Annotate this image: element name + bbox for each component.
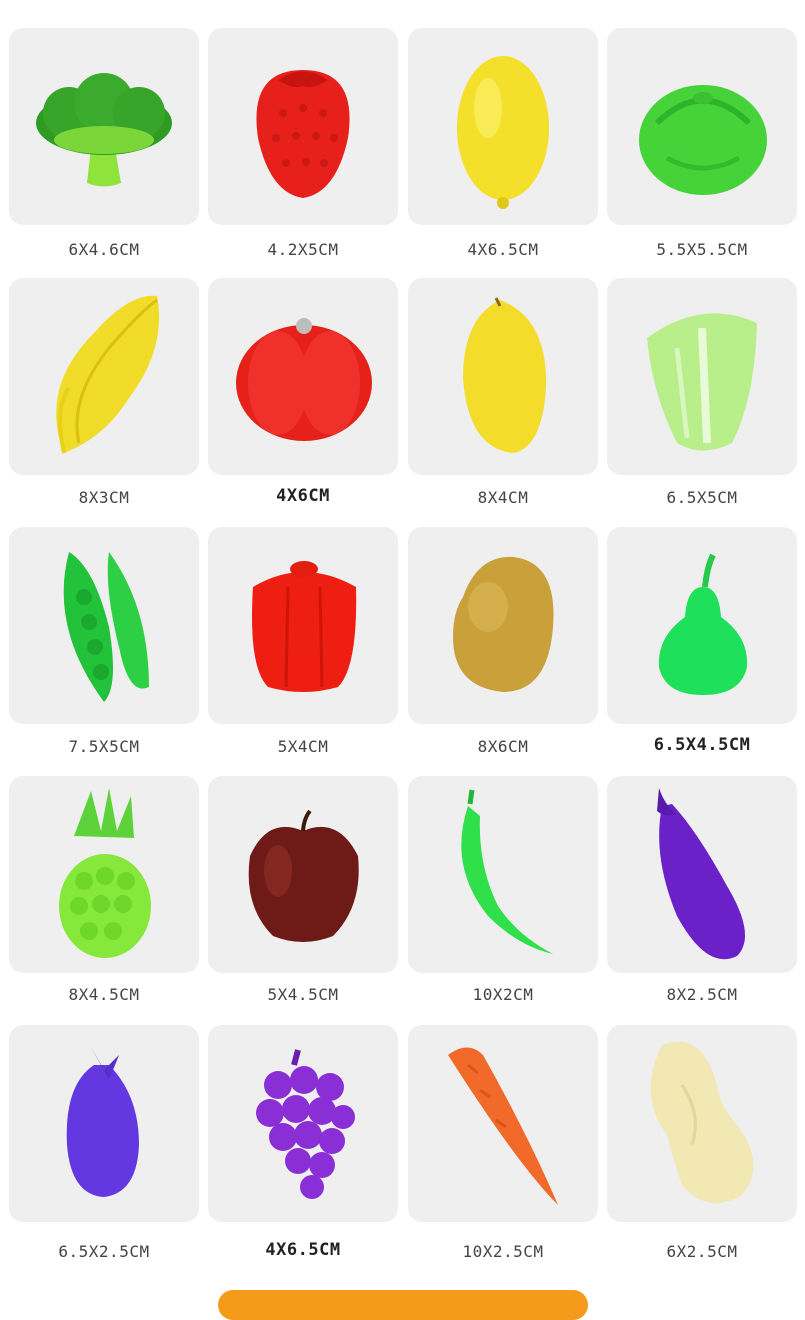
card-peas: [9, 527, 199, 724]
size-label: 4X6.5CM: [265, 1240, 341, 1260]
size-label: 4X6CM: [276, 486, 330, 506]
card-peanut: [607, 1025, 797, 1222]
lemon-image: [457, 56, 549, 209]
corn-image: [56, 295, 160, 454]
product-grid: 6X4.6CM 4.2X5CM 4X6.5CM 5.5X5.5CM 8X3CM …: [0, 0, 805, 1300]
peas-image: [63, 552, 149, 702]
size-label: 8X2.5CM: [666, 985, 738, 1004]
strawberry-image: [256, 70, 350, 198]
size-label: 6X4.6CM: [68, 240, 140, 259]
size-label: 8X6CM: [477, 737, 529, 756]
card-pear: [607, 527, 797, 724]
size-label: 4X6.5CM: [467, 240, 539, 259]
size-label: 10X2CM: [472, 985, 534, 1004]
card-bell-pepper: [208, 527, 398, 724]
potato-image: [453, 556, 554, 692]
bell-pepper-image: [252, 561, 357, 692]
tomato-image: [236, 318, 372, 441]
card-mango: [408, 278, 598, 475]
size-label: 10X2.5CM: [462, 1242, 544, 1261]
size-label: 5.5X5.5CM: [656, 240, 748, 259]
size-label: 5X4CM: [277, 737, 329, 756]
card-lemon: [408, 28, 598, 225]
size-label: 8X4.5CM: [68, 985, 140, 1004]
broccoli-image: [36, 73, 172, 187]
size-label: 6.5X4.5CM: [653, 735, 751, 755]
card-eggplant: [607, 776, 797, 973]
cabbage-image: [639, 85, 767, 195]
card-short-eggplant: [9, 1025, 199, 1222]
size-label: 4.2X5CM: [267, 240, 339, 259]
card-carrot: [408, 1025, 598, 1222]
card-tomato: [208, 278, 398, 475]
card-chili: [408, 776, 598, 973]
mango-image: [463, 297, 547, 453]
card-grapes: [208, 1025, 398, 1222]
pineapple-image: [59, 788, 151, 958]
orange-banner-bar: [218, 1290, 588, 1320]
size-label: 8X4CM: [477, 488, 529, 507]
card-pineapple: [9, 776, 199, 973]
card-corn: [9, 278, 199, 475]
card-apple: [208, 776, 398, 973]
size-label: 6X2.5CM: [666, 1242, 738, 1261]
size-label: 6.5X5CM: [666, 488, 738, 507]
card-chinese-cabbage: [607, 278, 797, 475]
chili-image: [461, 789, 553, 954]
card-cabbage: [607, 28, 797, 225]
eggplant-image: [657, 788, 745, 960]
card-broccoli: [9, 28, 199, 225]
short-eggplant-image: [66, 1047, 139, 1197]
card-strawberry: [208, 28, 398, 225]
pear-image: [658, 553, 748, 695]
card-potato: [408, 527, 598, 724]
peanut-image: [650, 1041, 754, 1203]
size-label: 5X4.5CM: [267, 985, 339, 1004]
grapes-image: [256, 1049, 355, 1199]
carrot-image: [448, 1047, 558, 1205]
apple-image: [248, 809, 359, 942]
size-label: 8X3CM: [78, 488, 130, 507]
size-label: 7.5X5CM: [68, 737, 140, 756]
size-label: 6.5X2.5CM: [58, 1242, 150, 1261]
chinese-cabbage-image: [647, 313, 757, 451]
